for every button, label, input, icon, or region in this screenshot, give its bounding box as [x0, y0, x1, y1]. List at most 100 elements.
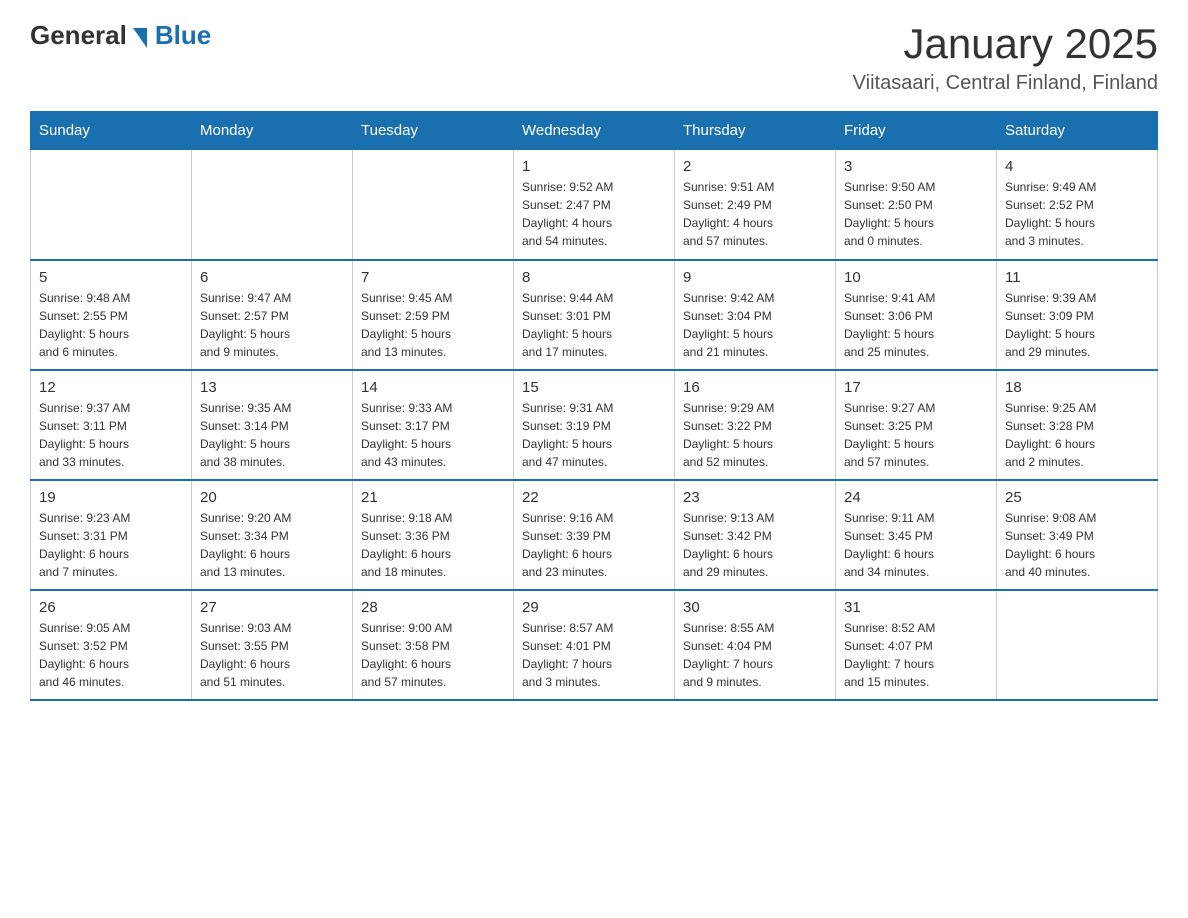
day-number: 6: [200, 269, 344, 286]
logo-triangle-icon: [133, 28, 147, 48]
day-info: Sunrise: 9:39 AM Sunset: 3:09 PM Dayligh…: [1005, 289, 1149, 361]
calendar-cell: 12 Sunrise: 9:37 AM Sunset: 3:11 PM Dayli…: [31, 370, 192, 480]
calendar-cell: 10 Sunrise: 9:41 AM Sunset: 3:06 PM Dayli…: [836, 260, 997, 370]
day-info: Sunrise: 9:49 AM Sunset: 2:52 PM Dayligh…: [1005, 178, 1149, 250]
day-number: 4: [1005, 158, 1149, 175]
day-number: 8: [522, 269, 666, 286]
calendar-cell: 31 Sunrise: 8:52 AM Sunset: 4:07 PM Dayli…: [836, 590, 997, 700]
week-row-4: 19Sunrise: 9:23 AM Sunset: 3:31 PM Dayli…: [31, 480, 1158, 590]
day-number: 30: [683, 599, 827, 616]
header-thursday: Thursday: [675, 112, 836, 150]
day-info: Sunrise: 8:55 AM Sunset: 4:04 PM Dayligh…: [683, 619, 827, 691]
header-right: January 2025 Viitasaari, Central Finland…: [853, 20, 1158, 95]
day-number: 21: [361, 489, 505, 506]
day-info: Sunrise: 9:13 AM Sunset: 3:42 PM Dayligh…: [683, 509, 827, 581]
day-number: 20: [200, 489, 344, 506]
calendar-cell: [31, 150, 192, 260]
day-number: 2: [683, 158, 827, 175]
calendar-cell: [353, 150, 514, 260]
logo-text-blue: Blue: [155, 20, 211, 51]
calendar-cell: 15 Sunrise: 9:31 AM Sunset: 3:19 PM Dayli…: [514, 370, 675, 480]
day-info: Sunrise: 9:47 AM Sunset: 2:57 PM Dayligh…: [200, 289, 344, 361]
calendar-cell: 5Sunrise: 9:48 AM Sunset: 2:55 PM Daylig…: [31, 260, 192, 370]
day-number: 18: [1005, 379, 1149, 396]
calendar-cell: [997, 590, 1158, 700]
header-saturday: Saturday: [997, 112, 1158, 150]
header-row: SundayMondayTuesdayWednesdayThursdayFrid…: [31, 112, 1158, 150]
calendar-cell: 21 Sunrise: 9:18 AM Sunset: 3:36 PM Dayli…: [353, 480, 514, 590]
day-info: Sunrise: 9:27 AM Sunset: 3:25 PM Dayligh…: [844, 399, 988, 471]
calendar-cell: 27Sunrise: 9:03 AM Sunset: 3:55 PM Dayli…: [192, 590, 353, 700]
day-number: 25: [1005, 489, 1149, 506]
day-number: 29: [522, 599, 666, 616]
header-tuesday: Tuesday: [353, 112, 514, 150]
calendar-table: SundayMondayTuesdayWednesdayThursdayFrid…: [30, 111, 1158, 701]
header-sunday: Sunday: [31, 112, 192, 150]
day-number: 12: [39, 379, 183, 396]
day-info: Sunrise: 9:52 AM Sunset: 2:47 PM Dayligh…: [522, 178, 666, 250]
day-info: Sunrise: 9:31 AM Sunset: 3:19 PM Dayligh…: [522, 399, 666, 471]
day-number: 19: [39, 489, 183, 506]
calendar-cell: 3 Sunrise: 9:50 AM Sunset: 2:50 PM Daylig…: [836, 150, 997, 260]
day-info: Sunrise: 9:50 AM Sunset: 2:50 PM Dayligh…: [844, 178, 988, 250]
day-info: Sunrise: 9:00 AM Sunset: 3:58 PM Dayligh…: [361, 619, 505, 691]
logo-text-general: General: [30, 20, 127, 51]
day-number: 3: [844, 158, 988, 175]
month-title: January 2025: [853, 20, 1158, 68]
day-number: 9: [683, 269, 827, 286]
calendar-cell: 2 Sunrise: 9:51 AM Sunset: 2:49 PM Daylig…: [675, 150, 836, 260]
day-info: Sunrise: 9:29 AM Sunset: 3:22 PM Dayligh…: [683, 399, 827, 471]
day-number: 7: [361, 269, 505, 286]
logo: General Blue: [30, 20, 211, 51]
day-number: 23: [683, 489, 827, 506]
day-number: 28: [361, 599, 505, 616]
header-monday: Monday: [192, 112, 353, 150]
day-number: 11: [1005, 269, 1149, 286]
calendar-cell: 6 Sunrise: 9:47 AM Sunset: 2:57 PM Daylig…: [192, 260, 353, 370]
day-info: Sunrise: 9:37 AM Sunset: 3:11 PM Dayligh…: [39, 399, 183, 471]
calendar-cell: 11 Sunrise: 9:39 AM Sunset: 3:09 PM Dayli…: [997, 260, 1158, 370]
calendar-cell: 24 Sunrise: 9:11 AM Sunset: 3:45 PM Dayli…: [836, 480, 997, 590]
day-info: Sunrise: 9:08 AM Sunset: 3:49 PM Dayligh…: [1005, 509, 1149, 581]
week-row-1: 1Sunrise: 9:52 AM Sunset: 2:47 PM Daylig…: [31, 150, 1158, 260]
calendar-cell: 9 Sunrise: 9:42 AM Sunset: 3:04 PM Daylig…: [675, 260, 836, 370]
day-number: 31: [844, 599, 988, 616]
page-header: General Blue January 2025 Viitasaari, Ce…: [30, 20, 1158, 95]
calendar-cell: 7 Sunrise: 9:45 AM Sunset: 2:59 PM Daylig…: [353, 260, 514, 370]
day-info: Sunrise: 9:44 AM Sunset: 3:01 PM Dayligh…: [522, 289, 666, 361]
week-row-5: 26 Sunrise: 9:05 AM Sunset: 3:52 PM Dayli…: [31, 590, 1158, 700]
day-info: Sunrise: 9:05 AM Sunset: 3:52 PM Dayligh…: [39, 619, 183, 691]
day-number: 17: [844, 379, 988, 396]
day-info: Sunrise: 9:18 AM Sunset: 3:36 PM Dayligh…: [361, 509, 505, 581]
day-info: Sunrise: 8:52 AM Sunset: 4:07 PM Dayligh…: [844, 619, 988, 691]
day-number: 24: [844, 489, 988, 506]
header-friday: Friday: [836, 112, 997, 150]
day-info: Sunrise: 9:51 AM Sunset: 2:49 PM Dayligh…: [683, 178, 827, 250]
calendar-cell: 14Sunrise: 9:33 AM Sunset: 3:17 PM Dayli…: [353, 370, 514, 480]
calendar-cell: [192, 150, 353, 260]
day-info: Sunrise: 9:42 AM Sunset: 3:04 PM Dayligh…: [683, 289, 827, 361]
calendar-cell: 26 Sunrise: 9:05 AM Sunset: 3:52 PM Dayli…: [31, 590, 192, 700]
day-info: Sunrise: 9:11 AM Sunset: 3:45 PM Dayligh…: [844, 509, 988, 581]
day-info: Sunrise: 9:25 AM Sunset: 3:28 PM Dayligh…: [1005, 399, 1149, 471]
day-info: Sunrise: 9:41 AM Sunset: 3:06 PM Dayligh…: [844, 289, 988, 361]
day-info: Sunrise: 9:45 AM Sunset: 2:59 PM Dayligh…: [361, 289, 505, 361]
day-info: Sunrise: 9:16 AM Sunset: 3:39 PM Dayligh…: [522, 509, 666, 581]
calendar-cell: 22Sunrise: 9:16 AM Sunset: 3:39 PM Dayli…: [514, 480, 675, 590]
day-info: Sunrise: 9:48 AM Sunset: 2:55 PM Dayligh…: [39, 289, 183, 361]
calendar-cell: 13Sunrise: 9:35 AM Sunset: 3:14 PM Dayli…: [192, 370, 353, 480]
day-info: Sunrise: 9:35 AM Sunset: 3:14 PM Dayligh…: [200, 399, 344, 471]
calendar-cell: 8 Sunrise: 9:44 AM Sunset: 3:01 PM Daylig…: [514, 260, 675, 370]
calendar-cell: 18 Sunrise: 9:25 AM Sunset: 3:28 PM Dayli…: [997, 370, 1158, 480]
day-number: 16: [683, 379, 827, 396]
day-number: 15: [522, 379, 666, 396]
calendar-cell: 1Sunrise: 9:52 AM Sunset: 2:47 PM Daylig…: [514, 150, 675, 260]
location: Viitasaari, Central Finland, Finland: [853, 72, 1158, 95]
day-info: Sunrise: 9:03 AM Sunset: 3:55 PM Dayligh…: [200, 619, 344, 691]
header-wednesday: Wednesday: [514, 112, 675, 150]
calendar-cell: 20Sunrise: 9:20 AM Sunset: 3:34 PM Dayli…: [192, 480, 353, 590]
day-number: 26: [39, 599, 183, 616]
calendar-cell: 25 Sunrise: 9:08 AM Sunset: 3:49 PM Dayli…: [997, 480, 1158, 590]
calendar-cell: 23 Sunrise: 9:13 AM Sunset: 3:42 PM Dayli…: [675, 480, 836, 590]
day-number: 10: [844, 269, 988, 286]
